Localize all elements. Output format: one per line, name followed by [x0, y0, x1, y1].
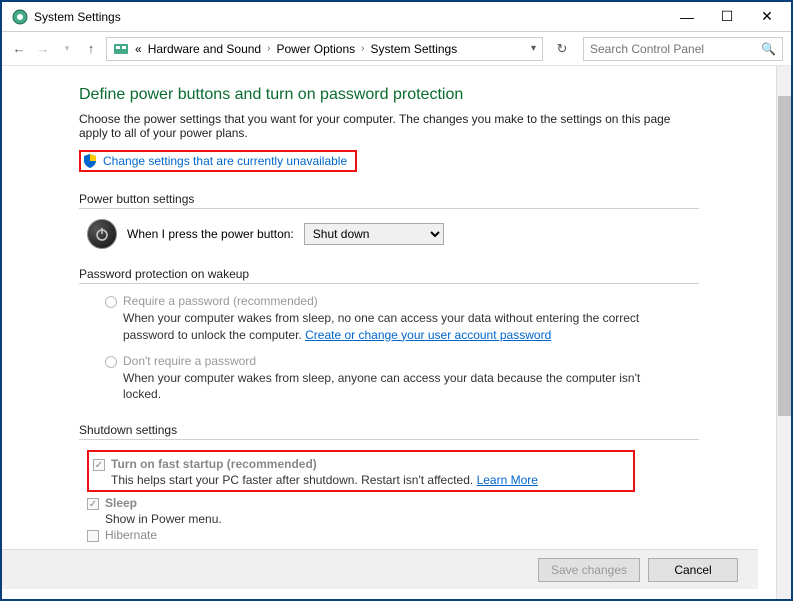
power-icon — [87, 219, 117, 249]
require-password-label: Require a password (recommended) — [123, 294, 318, 308]
change-settings-highlight: Change settings that are currently unava… — [79, 150, 357, 172]
power-button-select[interactable]: Shut down — [304, 223, 444, 245]
forward-button[interactable]: → — [34, 40, 52, 58]
hibernate-checkbox — [87, 530, 99, 542]
fast-startup-desc: This helps start your PC faster after sh… — [111, 473, 629, 487]
cancel-button[interactable]: Cancel — [648, 558, 738, 582]
up-button[interactable]: ↑ — [82, 40, 100, 58]
page-heading: Define power buttons and turn on passwor… — [79, 86, 699, 104]
breadcrumb-hardware[interactable]: Hardware and Sound — [148, 42, 261, 56]
power-button-label: When I press the power button: — [127, 227, 294, 241]
breadcrumb-power[interactable]: Power Options — [276, 42, 355, 56]
window-title: System Settings — [34, 10, 667, 24]
recent-dropdown[interactable]: ▾ — [58, 40, 76, 58]
hibernate-label: Hibernate — [105, 528, 157, 542]
dont-require-desc: When your computer wakes from sleep, any… — [123, 370, 663, 404]
fast-startup-highlight: ✓ Turn on fast startup (recommended) Thi… — [87, 450, 635, 492]
navbar: ← → ▾ ↑ « Hardware and Sound › Power Opt… — [2, 32, 791, 66]
breadcrumb-chevrons: « — [135, 42, 142, 56]
breadcrumb-sep-icon: › — [267, 43, 270, 54]
dont-require-radio — [105, 356, 117, 368]
breadcrumb-dropdown-icon[interactable]: ▾ — [531, 43, 536, 54]
scrollbar[interactable] — [776, 66, 791, 599]
shutdown-section-header: Shutdown settings — [79, 423, 699, 440]
page-description: Choose the power settings that you want … — [79, 112, 699, 140]
save-button[interactable]: Save changes — [538, 558, 640, 582]
fast-startup-checkbox: ✓ — [93, 459, 105, 471]
search-box[interactable]: 🔍 — [583, 37, 783, 61]
search-input[interactable] — [590, 42, 761, 56]
back-button[interactable]: ← — [10, 40, 28, 58]
footer-bar: Save changes Cancel — [2, 549, 758, 589]
dont-require-label: Don't require a password — [123, 354, 256, 368]
content-area: Define power buttons and turn on passwor… — [2, 66, 776, 599]
minimize-button[interactable]: — — [667, 3, 707, 31]
require-password-radio — [105, 296, 117, 308]
power-button-section-header: Power button settings — [79, 192, 699, 209]
change-settings-link[interactable]: Change settings that are currently unava… — [103, 154, 347, 168]
breadcrumb-system[interactable]: System Settings — [371, 42, 458, 56]
require-password-desc: When your computer wakes from sleep, no … — [123, 310, 663, 344]
close-button[interactable]: ✕ — [747, 3, 787, 31]
sleep-desc: Show in Power menu. — [105, 512, 699, 526]
titlebar: System Settings — ☐ ✕ — [2, 2, 791, 32]
create-password-link[interactable]: Create or change your user account passw… — [305, 328, 551, 342]
learn-more-link[interactable]: Learn More — [477, 473, 538, 487]
app-icon — [12, 9, 28, 25]
sleep-label: Sleep — [105, 496, 137, 510]
breadcrumb[interactable]: « Hardware and Sound › Power Options › S… — [106, 37, 543, 61]
scrollbar-thumb[interactable] — [778, 96, 791, 416]
password-section-header: Password protection on wakeup — [79, 267, 699, 284]
control-panel-icon — [113, 41, 129, 57]
sleep-checkbox: ✓ — [87, 498, 99, 510]
breadcrumb-sep-icon: › — [361, 43, 364, 54]
fast-startup-label: Turn on fast startup (recommended) — [111, 457, 317, 471]
shield-icon — [83, 154, 97, 168]
search-icon[interactable]: 🔍 — [761, 42, 776, 56]
refresh-button[interactable]: ↻ — [553, 40, 571, 58]
maximize-button[interactable]: ☐ — [707, 3, 747, 31]
